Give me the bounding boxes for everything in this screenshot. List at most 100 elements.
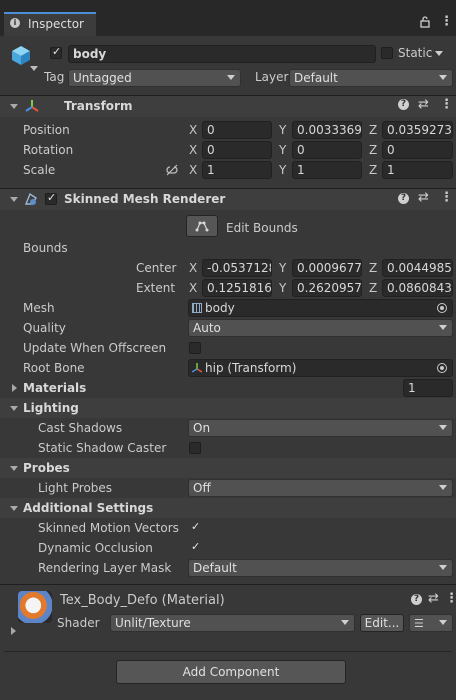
component-menu-icon[interactable]: ⋮ (440, 190, 453, 205)
preset-icon[interactable]: ⇄ (418, 97, 429, 112)
root-bone-label: Root Bone (23, 361, 85, 375)
component-menu-icon[interactable]: ⋮ (440, 97, 453, 112)
probes-section[interactable]: Probes (0, 458, 456, 478)
preset-icon[interactable]: ⇄ (418, 190, 429, 205)
axis-y-label: Y (279, 281, 287, 295)
extent-y-input[interactable]: 0.2620957 (292, 279, 362, 297)
divider (0, 584, 456, 585)
shader-options-dropdown[interactable]: ☰ (409, 614, 453, 632)
foldout-arrow-icon[interactable] (10, 466, 18, 471)
static-dropdown[interactable] (435, 46, 448, 64)
foldout-arrow-icon[interactable] (10, 406, 18, 411)
transform-header[interactable]: Transform ? ⇄ ⋮ (0, 95, 456, 117)
component-menu-icon[interactable]: ⋮ (445, 591, 456, 606)
update-when-offscreen-checkbox[interactable] (189, 342, 201, 354)
transform-axis-icon (192, 363, 202, 373)
quality-dropdown[interactable]: Auto (188, 319, 453, 337)
transform-axis-icon (25, 100, 39, 112)
object-picker-icon[interactable] (437, 303, 447, 313)
position-z-input[interactable]: 0.0359273 (382, 121, 453, 139)
renderer-title: Skinned Mesh Renderer (64, 192, 226, 206)
rendering-layer-mask-dropdown[interactable]: Default (188, 559, 453, 577)
window-menu-icon[interactable]: ⋮ (440, 14, 453, 29)
mesh-object-field[interactable]: body (188, 299, 453, 317)
light-probes-label: Light Probes (38, 481, 113, 495)
static-shadow-caster-checkbox[interactable] (189, 442, 201, 454)
axis-y-label: Y (279, 163, 287, 177)
constrain-proportions-icon[interactable] (165, 164, 179, 176)
skinned-motion-vectors-label: Skinned Motion Vectors (38, 521, 179, 535)
probes-label: Probes (23, 461, 70, 475)
active-checkbox[interactable] (50, 45, 62, 59)
additional-settings-section[interactable]: Additional Settings (0, 498, 456, 518)
shader-dropdown[interactable]: Unlit/Texture (110, 614, 355, 632)
mesh-grid-icon (192, 303, 202, 313)
layer-label: Layer (255, 70, 289, 84)
foldout-arrow-icon[interactable] (10, 506, 18, 511)
mesh-label: Mesh (23, 301, 55, 315)
axis-x-label: X (189, 281, 198, 295)
center-z-input[interactable]: 0.0044985 (382, 259, 453, 277)
quality-label: Quality (23, 321, 66, 335)
extent-x-input[interactable]: 0.1251816 (202, 279, 272, 297)
skinned-mesh-icon (24, 192, 37, 205)
axis-z-label: Z (369, 123, 378, 137)
position-y-input[interactable]: 0.0033369 (292, 121, 362, 139)
object-name-input[interactable]: body (68, 45, 376, 63)
rotation-z-input[interactable]: 0 (382, 141, 453, 159)
axis-x-label: X (189, 163, 198, 177)
material-foldout-arrow[interactable] (11, 627, 16, 635)
axis-z-label: Z (369, 163, 378, 177)
dynamic-occlusion-checkbox[interactable] (189, 540, 201, 554)
renderer-enabled-checkbox[interactable] (45, 191, 57, 205)
cast-shadows-dropdown[interactable]: On (188, 419, 453, 437)
scale-y-input[interactable]: 1 (292, 161, 362, 179)
collapse-arrow-icon[interactable] (10, 104, 18, 109)
static-checkbox[interactable] (381, 47, 393, 59)
shader-label: Shader (57, 616, 100, 630)
edit-bounds-button[interactable] (186, 215, 218, 237)
rendering-layer-mask-label: Rendering Layer Mask (38, 561, 172, 575)
materials-label[interactable]: Materials (23, 381, 86, 395)
rotation-x-input[interactable]: 0 (202, 141, 272, 159)
info-icon: i (10, 18, 20, 28)
add-component-button[interactable]: Add Component (116, 660, 346, 684)
tag-label: Tag (44, 70, 65, 84)
position-x-input[interactable]: 0 (202, 121, 272, 139)
rotation-label: Rotation (23, 143, 74, 157)
transform-title: Transform (64, 99, 133, 113)
axis-z-label: Z (369, 143, 378, 157)
center-label: Center (136, 261, 177, 275)
tag-dropdown[interactable]: Untagged (68, 69, 241, 87)
extent-z-input[interactable]: 0.0860843 (382, 279, 453, 297)
icon-dropdown-arrow[interactable] (30, 66, 38, 71)
center-y-input[interactable]: 0.0009677 (292, 259, 362, 277)
preset-icon[interactable]: ⇄ (428, 591, 439, 606)
scale-z-input[interactable]: 1 (382, 161, 453, 179)
axis-y-label: Y (279, 143, 287, 157)
materials-foldout-arrow[interactable] (12, 384, 17, 392)
materials-count-input[interactable]: 1 (403, 379, 453, 397)
lock-icon[interactable] (419, 16, 431, 28)
help-icon[interactable]: ? (411, 594, 422, 605)
center-x-input[interactable]: -0.0537128 (202, 259, 272, 277)
scale-x-input[interactable]: 1 (202, 161, 272, 179)
help-icon[interactable]: ? (398, 99, 409, 110)
skinned-motion-vectors-checkbox[interactable] (189, 520, 201, 534)
help-icon[interactable]: ? (398, 193, 409, 204)
lighting-section[interactable]: Lighting (0, 398, 456, 418)
skinned-mesh-renderer-header[interactable]: Skinned Mesh Renderer ? ⇄ ⋮ (0, 188, 456, 210)
static-shadow-caster-label: Static Shadow Caster (38, 441, 167, 455)
bounds-label: Bounds (23, 241, 68, 255)
cube-icon[interactable] (10, 44, 32, 66)
layer-dropdown[interactable]: Default (289, 69, 453, 87)
root-bone-object-field[interactable]: hip (Transform) (188, 359, 453, 377)
light-probes-dropdown[interactable]: Off (188, 479, 453, 497)
rotation-y-input[interactable]: 0 (292, 141, 362, 159)
edit-bounds-label: Edit Bounds (226, 221, 298, 235)
collapse-arrow-icon[interactable] (10, 197, 18, 202)
object-picker-icon[interactable] (437, 363, 447, 373)
shader-edit-button[interactable]: Edit... (360, 614, 404, 632)
tab-inspector[interactable]: i Inspector (4, 12, 96, 36)
axis-y-label: Y (279, 123, 287, 137)
